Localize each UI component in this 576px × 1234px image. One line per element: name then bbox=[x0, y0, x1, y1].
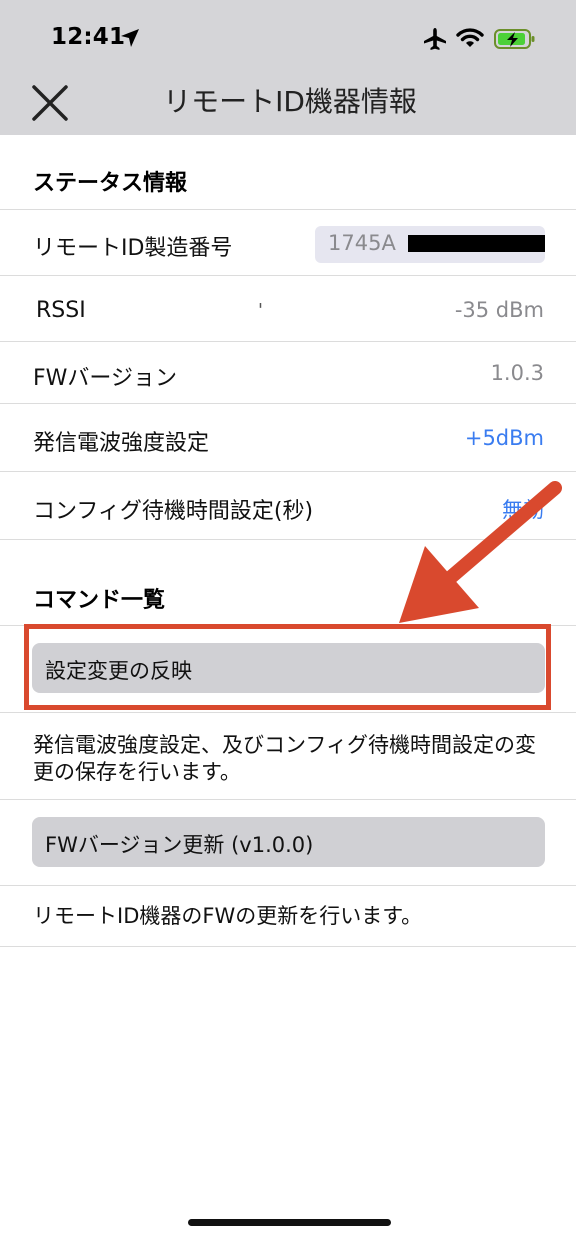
fw-update-description: リモートID機器のFWの更新を行います。 bbox=[33, 904, 423, 928]
tx-power-value[interactable]: +5dBm bbox=[465, 426, 544, 450]
apply-settings-description: 発信電波強度設定、及びコンフィグ待機時間設定の変更の保存を行います。 bbox=[33, 733, 536, 784]
highlight-box bbox=[24, 624, 551, 710]
fw-version-value: 1.0.3 bbox=[490, 361, 544, 385]
stray-mark: ' bbox=[258, 300, 263, 321]
annotation-arrow-icon bbox=[399, 481, 562, 623]
divider bbox=[0, 712, 576, 713]
serial-number-label: リモートID製造番号 bbox=[33, 236, 233, 261]
home-indicator[interactable] bbox=[188, 1219, 391, 1226]
rssi-value: -35 dBm bbox=[454, 298, 544, 322]
airplane-icon bbox=[424, 28, 446, 50]
fw-version-label: FWバージョン bbox=[33, 366, 177, 391]
wifi-icon bbox=[456, 28, 484, 47]
divider bbox=[0, 403, 576, 404]
status-section-title: ステータス情報 bbox=[33, 171, 188, 196]
fw-update-button-label: FWバージョン更新 (v1.0.0) bbox=[45, 833, 314, 857]
fw-update-button[interactable]: FWバージョン更新 (v1.0.0) bbox=[32, 817, 545, 867]
battery-charging-icon bbox=[494, 29, 535, 49]
serial-number-value: 1745A bbox=[328, 231, 396, 255]
page-title: リモートID機器情報 bbox=[163, 85, 417, 118]
location-arrow-icon bbox=[121, 29, 139, 47]
divider bbox=[0, 471, 576, 472]
divider bbox=[0, 885, 576, 886]
divider bbox=[0, 799, 576, 800]
redaction-mask bbox=[408, 235, 545, 252]
divider bbox=[0, 275, 576, 276]
serial-number-field: 1745A bbox=[315, 226, 545, 263]
divider bbox=[0, 209, 576, 210]
status-time: 12:41 bbox=[51, 24, 126, 50]
tx-power-label: 発信電波強度設定 bbox=[33, 431, 210, 456]
command-section-title: コマンド一覧 bbox=[33, 588, 166, 613]
config-wait-label: コンフィグ待機時間設定(秒) bbox=[33, 499, 314, 524]
divider bbox=[0, 946, 576, 947]
rssi-label: RSSI bbox=[36, 298, 86, 323]
divider bbox=[0, 341, 576, 342]
